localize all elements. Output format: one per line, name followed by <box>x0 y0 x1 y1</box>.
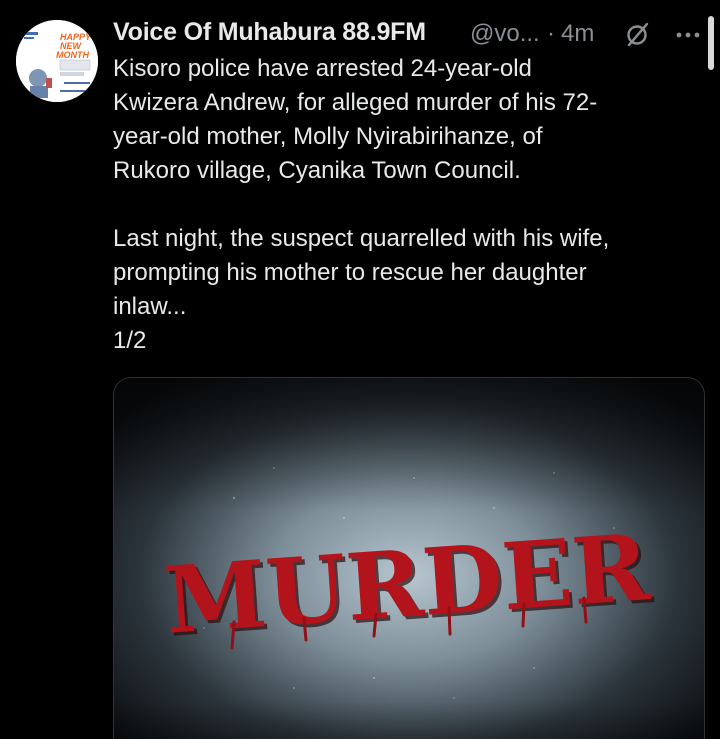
timestamp[interactable]: 4m <box>561 20 594 48</box>
tweet-media-image[interactable]: MURDER MURDER <box>113 377 705 739</box>
scrollbar[interactable] <box>708 16 714 70</box>
tweet-text: Kisoro police have arrested 24-year-old … <box>113 52 703 358</box>
avatar-text-3: MONTH <box>56 50 89 60</box>
tweet-paragraph-2: Last night, the suspect quarrelled with … <box>113 225 610 354</box>
grok-icon[interactable] <box>623 20 653 50</box>
tweet-paragraph-1: Kisoro police have arrested 24-year-old … <box>113 55 598 184</box>
tweet-header: Voice Of Muhabura 88.9FM @vo... · 4m <box>113 16 713 56</box>
handle[interactable]: @vo... <box>470 20 540 48</box>
more-icon[interactable] <box>673 22 703 46</box>
display-name[interactable]: Voice Of Muhabura 88.9FM <box>113 18 426 47</box>
avatar[interactable]: HAPPY NEW MONTH <box>16 20 98 102</box>
separator-dot: · <box>547 20 555 47</box>
tweet[interactable]: HAPPY NEW MONTH Voice Of Muhabura 88.9FM… <box>0 0 720 739</box>
murder-image: MURDER MURDER <box>114 378 704 739</box>
avatar-image: HAPPY NEW MONTH <box>16 20 98 102</box>
